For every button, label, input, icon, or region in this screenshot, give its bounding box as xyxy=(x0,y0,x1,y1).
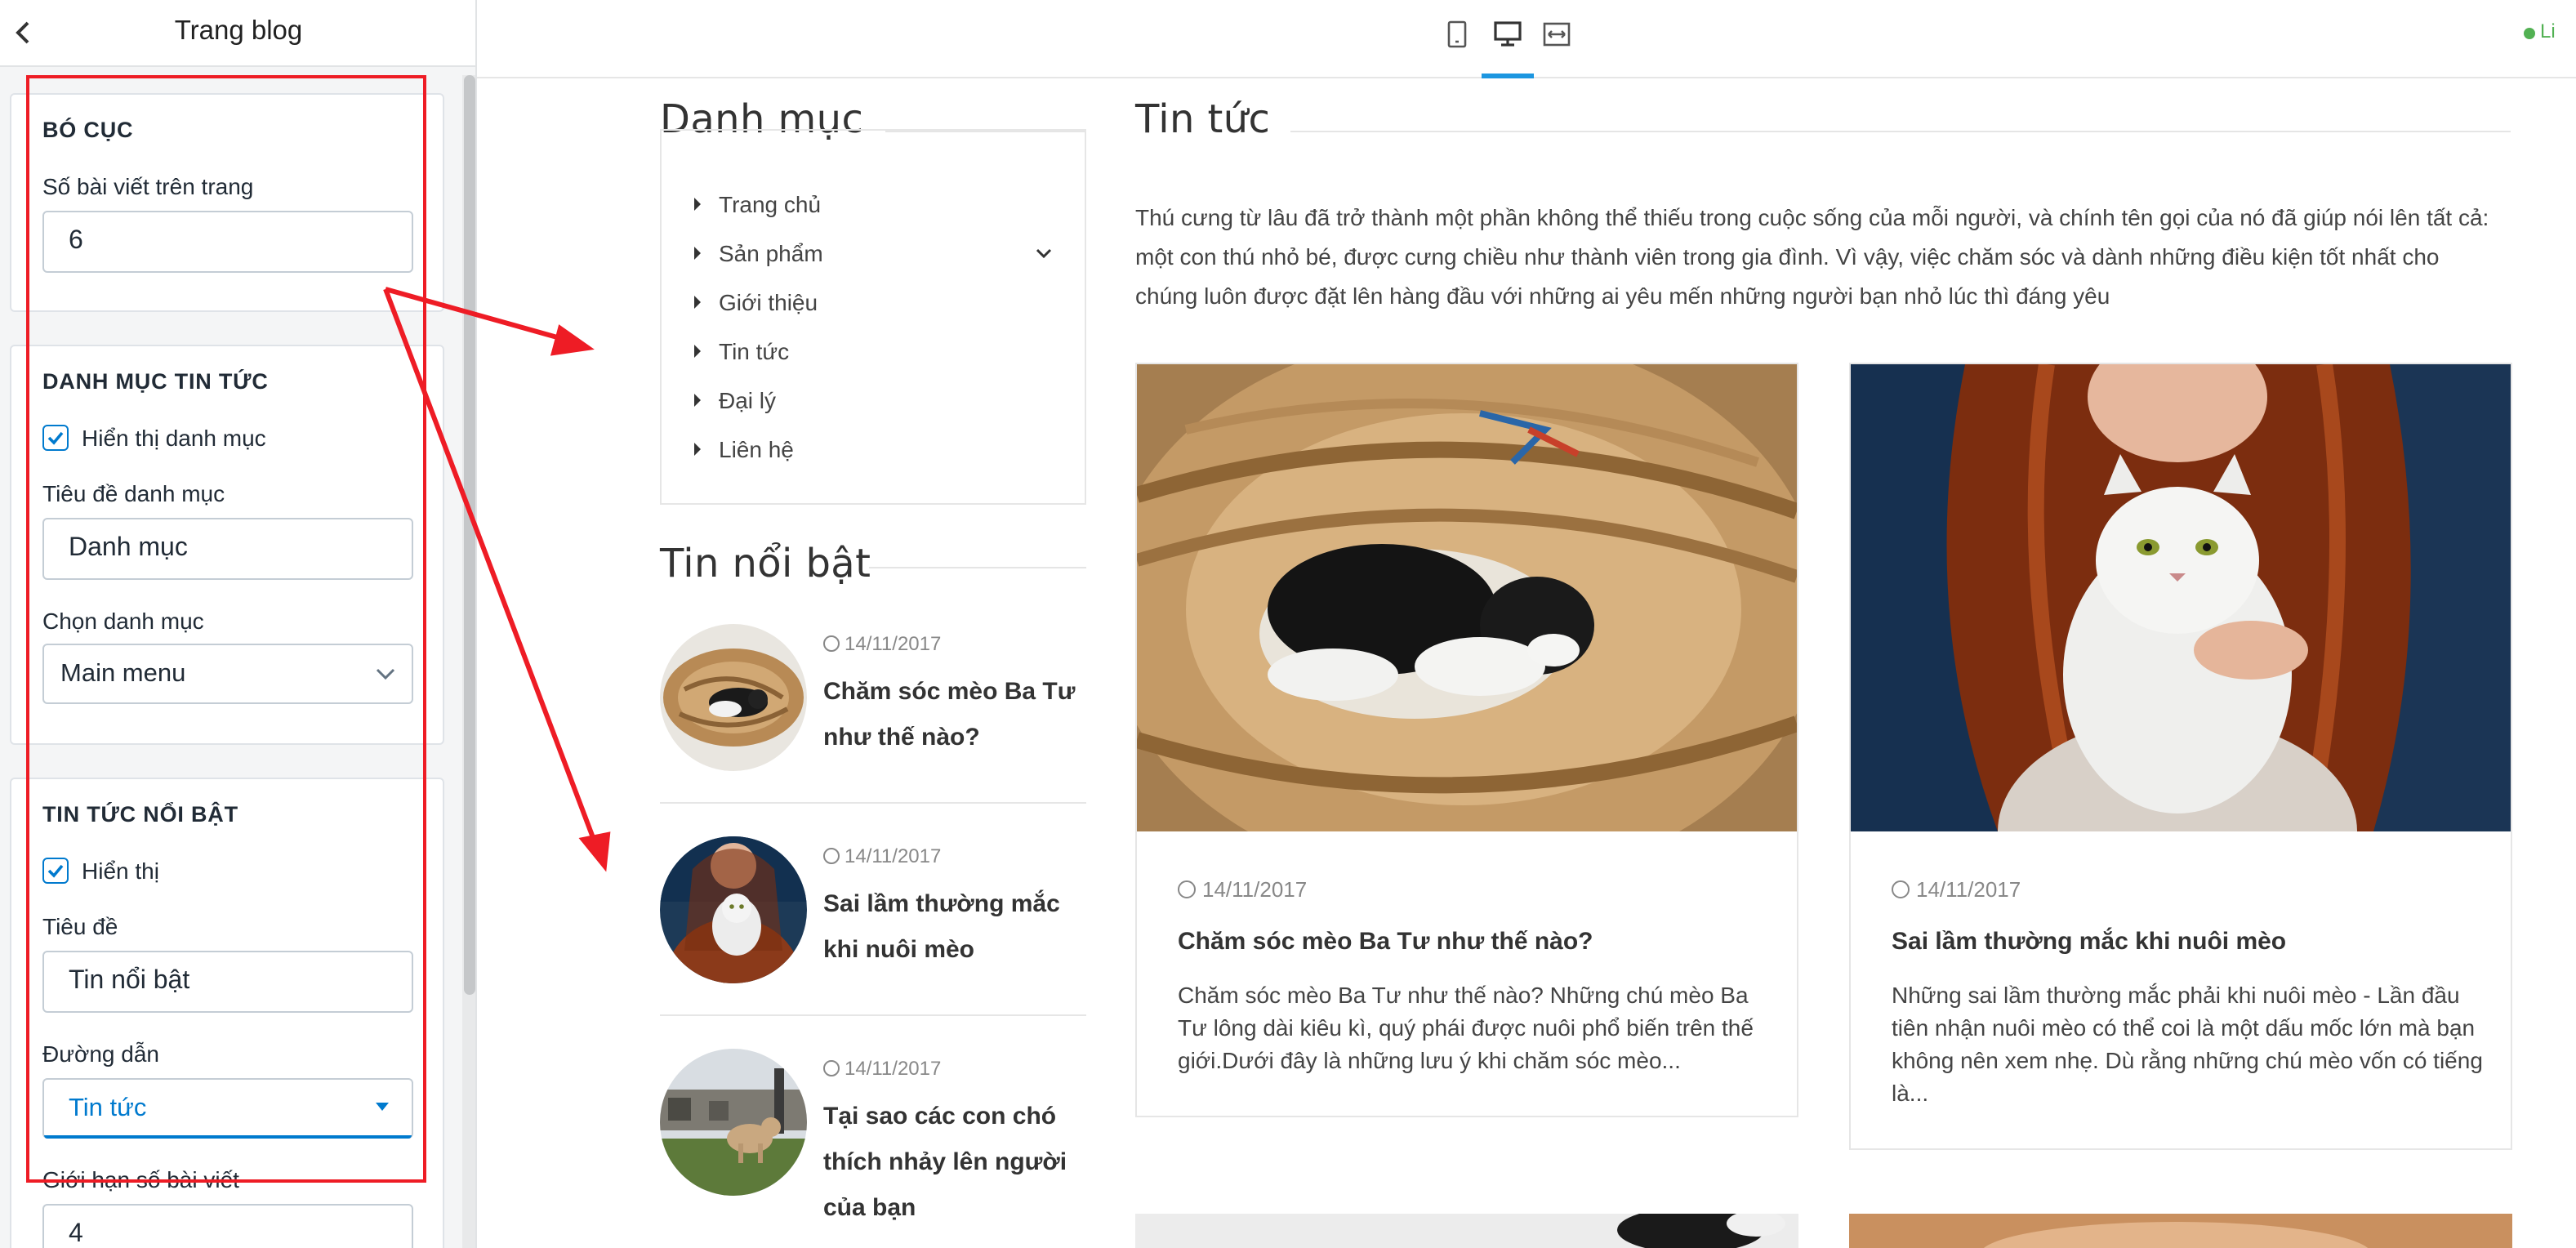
news-card-date: 14/11/2017 xyxy=(1178,877,1307,902)
mobile-icon[interactable] xyxy=(1442,20,1472,49)
category-item-label: Tin tức xyxy=(719,338,790,364)
checkmark-icon xyxy=(47,864,64,878)
featured-post[interactable]: 14/11/2017 Chăm sóc mèo Ba Tư như thế nà… xyxy=(660,624,1086,771)
caret-right-icon xyxy=(694,394,701,407)
news-heading: Tin tức xyxy=(1135,96,1271,142)
featured-post[interactable]: 14/11/2017 Tại sao các con chó thích nhả… xyxy=(660,1049,1086,1245)
layout-panel: BÓ CỤC Số bài viết trên trang 6 xyxy=(10,93,444,312)
featured-link-select[interactable]: Tin tức xyxy=(42,1078,413,1139)
settings-sidebar: Trang blog BÓ CỤC Số bài viết trên trang… xyxy=(0,0,477,1248)
divider xyxy=(1290,131,2511,132)
active-device-indicator xyxy=(1482,74,1534,78)
posts-per-page-label: Số bài viết trên trang xyxy=(42,173,254,199)
featured-title-label: Tiêu đề xyxy=(42,913,118,939)
sidebar-scrollbar[interactable] xyxy=(462,75,475,1248)
news-card-title[interactable]: Sai lầm thường mắc khi nuôi mèo xyxy=(1892,928,2286,956)
post-date: 14/11/2017 xyxy=(823,632,941,655)
post-date: 14/11/2017 xyxy=(823,845,941,867)
post-title[interactable]: Chăm sóc mèo Ba Tư như thế nào? xyxy=(823,670,1093,761)
caret-right-icon xyxy=(694,443,701,456)
select-underline xyxy=(44,1135,412,1139)
post-date-text: 14/11/2017 xyxy=(845,632,942,655)
sidebar-header: Trang blog xyxy=(0,0,475,67)
caret-down-icon xyxy=(376,1103,389,1111)
featured-link-value: Tin tức xyxy=(69,1094,147,1122)
show-category-checkbox[interactable] xyxy=(42,425,69,451)
news-card[interactable]: 14/11/2017 Chăm sóc mèo Ba Tư như thế nà… xyxy=(1135,363,1798,1117)
news-card-date-text: 14/11/2017 xyxy=(1916,877,2021,902)
category-item-label: Liên hệ xyxy=(719,436,794,462)
news-card-title[interactable]: Chăm sóc mèo Ba Tư như thế nào? xyxy=(1178,928,1593,956)
sidebar-scrollbar-thumb[interactable] xyxy=(464,75,475,995)
post-date-text: 14/11/2017 xyxy=(845,845,942,867)
post-date-text: 14/11/2017 xyxy=(845,1057,942,1080)
clock-icon xyxy=(1892,880,1910,898)
clock-icon xyxy=(823,1060,840,1076)
fullwidth-icon[interactable] xyxy=(1542,20,1571,49)
post-thumbnail[interactable] xyxy=(660,1049,807,1196)
category-menu: Trang chủ Sản phẩm Giới thiệu Tin tức Đạ… xyxy=(660,129,1086,505)
category-title-input[interactable]: Danh mục xyxy=(42,518,413,580)
divider xyxy=(660,1014,1086,1016)
featured-title-input[interactable]: Tin nổi bật xyxy=(42,951,413,1013)
news-category-heading: DANH MỤC TIN TỨC xyxy=(42,369,269,394)
category-item-label: Trang chủ xyxy=(719,191,822,217)
category-item-label: Sản phẩm xyxy=(719,240,823,266)
featured-link-label: Đường dẫn xyxy=(42,1041,159,1067)
posts-per-page-input[interactable]: 6 xyxy=(42,211,413,273)
featured-limit-label: Giới hạn số bài viết xyxy=(42,1166,239,1192)
post-thumbnail[interactable] xyxy=(660,624,807,771)
post-date: 14/11/2017 xyxy=(823,1057,941,1080)
store-preview: Danh mục Trang chủ Sản phẩm Giới thiệu T… xyxy=(477,80,2576,1248)
category-item-label: Đại lý xyxy=(719,387,777,413)
featured-limit-input[interactable]: 4 xyxy=(42,1204,413,1248)
featured-news-panel: TIN TỨC NỔI BẬT Hiển thị Tiêu đề Tin nổi… xyxy=(10,778,444,1248)
layout-heading: BÓ CỤC xyxy=(42,118,134,142)
show-featured-checkbox[interactable] xyxy=(42,858,69,884)
preview-toolbar: Li xyxy=(477,0,2576,78)
caret-right-icon xyxy=(694,296,701,309)
chevron-down-icon xyxy=(376,645,395,704)
choose-category-select[interactable]: Main menu xyxy=(42,644,413,704)
show-category-label: Hiển thị danh mục xyxy=(82,425,266,451)
news-card-excerpt: Những sai lầm thường mắc phải khi nuôi m… xyxy=(1892,982,2483,1106)
news-card-image[interactable] xyxy=(1849,1214,2512,1248)
clock-icon xyxy=(823,635,840,652)
news-card-image[interactable] xyxy=(1135,1214,1798,1248)
chevron-down-icon[interactable] xyxy=(1036,248,1052,260)
caret-right-icon xyxy=(694,247,701,260)
choose-category-label: Chọn danh mục xyxy=(42,608,204,634)
caret-right-icon xyxy=(694,198,701,211)
news-card-image[interactable] xyxy=(1851,364,2511,831)
news-category-panel: DANH MỤC TIN TỨC Hiển thị danh mục Tiêu … xyxy=(10,345,444,745)
divider xyxy=(660,802,1086,804)
news-card-excerpt: Chăm sóc mèo Ba Tư như thế nào? Những ch… xyxy=(1178,982,1754,1073)
category-title-label: Tiêu đề danh mục xyxy=(42,480,225,506)
news-card-date: 14/11/2017 xyxy=(1892,877,2021,902)
live-status-dot xyxy=(2524,28,2535,39)
show-featured-label: Hiển thị xyxy=(82,858,159,884)
caret-right-icon xyxy=(694,345,701,358)
featured-heading: TIN TỨC NỔI BẬT xyxy=(42,802,238,827)
checkmark-icon xyxy=(47,431,64,445)
sidebar-title: Trang blog xyxy=(174,16,303,46)
news-card[interactable]: 14/11/2017 Sai lầm thường mắc khi nuôi m… xyxy=(1849,363,2512,1150)
desktop-icon[interactable] xyxy=(1493,20,1522,49)
choose-category-value: Main menu xyxy=(60,660,186,688)
post-title[interactable]: Tại sao các con chó thích nhảy lên người… xyxy=(823,1094,1093,1232)
category-item-label: Giới thiệu xyxy=(719,289,818,315)
post-thumbnail[interactable] xyxy=(660,836,807,983)
divider xyxy=(869,567,1086,568)
featured-post[interactable]: 14/11/2017 Sai lầm thường mắc khi nuôi m… xyxy=(660,836,1086,983)
news-intro: Thú cưng từ lâu đã trở thành một phần kh… xyxy=(1135,204,2489,309)
featured-heading-preview: Tin nổi bật xyxy=(660,541,871,586)
live-status-label: Li xyxy=(2540,20,2556,42)
clock-icon xyxy=(823,848,840,864)
news-card-image[interactable] xyxy=(1137,364,1797,831)
post-title[interactable]: Sai lầm thường mắc khi nuôi mèo xyxy=(823,882,1093,974)
clock-icon xyxy=(1178,880,1196,898)
news-card-date-text: 14/11/2017 xyxy=(1202,877,1308,902)
